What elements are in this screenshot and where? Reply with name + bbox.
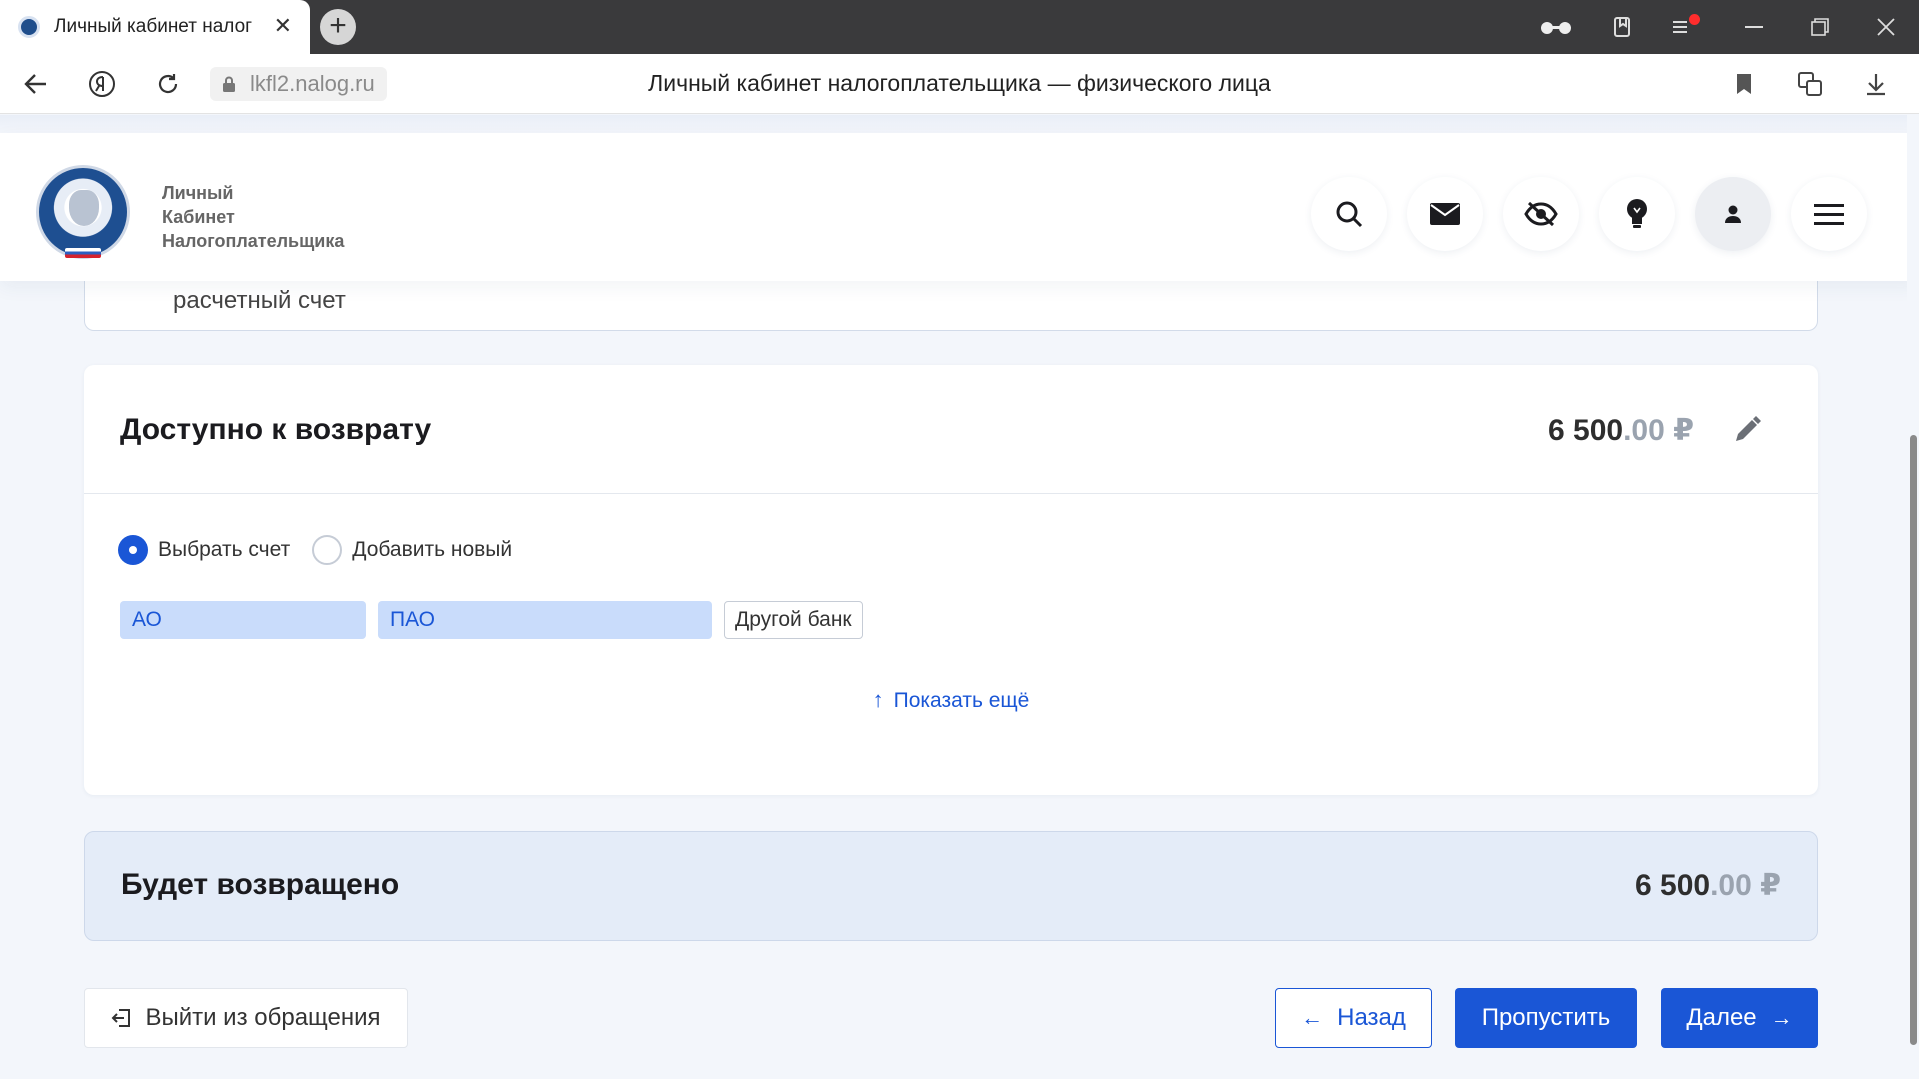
- radio-label: Выбрать счет: [158, 538, 291, 561]
- back-label: Назад: [1337, 1004, 1406, 1031]
- scrollbar[interactable]: [1907, 115, 1919, 1079]
- tab-close-icon[interactable]: ✕: [274, 14, 292, 38]
- tips-button[interactable]: [1599, 177, 1675, 251]
- translate-icon[interactable]: [1777, 66, 1843, 102]
- bank-chip-ao[interactable]: АО: [120, 601, 366, 639]
- radio-checked-icon[interactable]: [118, 535, 148, 565]
- amount-integer: 6 500: [1548, 414, 1624, 447]
- address-actions: [1711, 66, 1909, 102]
- refund-card: Доступно к возврату 6 500.00 ₽ Выбрать с…: [84, 365, 1818, 795]
- scrollbar-thumb[interactable]: [1910, 435, 1917, 1045]
- notifications-icon[interactable]: [1655, 0, 1721, 54]
- exit-request-button[interactable]: Выйти из обращения: [84, 988, 408, 1048]
- bank-chips: АО ПАО Другой банк: [120, 601, 875, 639]
- browser-tab-bar: Личный кабинет налог ✕ +: [0, 0, 1919, 54]
- skip-button[interactable]: Пропустить: [1455, 988, 1637, 1048]
- lightbulb-icon: [1627, 199, 1647, 228]
- tab-title: Личный кабинет налог: [54, 16, 253, 37]
- new-tab-button[interactable]: +: [320, 9, 356, 45]
- page-title: Личный кабинет налогоплательщика — физич…: [648, 70, 1271, 96]
- refund-card-header: Доступно к возврату 6 500.00 ₽: [84, 365, 1818, 494]
- exit-label: Выйти из обращения: [145, 1004, 381, 1031]
- radio-label: Добавить новый: [352, 538, 513, 561]
- show-more-label: Показать ещё: [893, 689, 1030, 712]
- radio-unchecked-icon[interactable]: [312, 535, 343, 565]
- bank-chip-other[interactable]: Другой банк: [724, 601, 863, 639]
- eye-off-icon: [1524, 201, 1558, 227]
- next-button[interactable]: Далее →: [1661, 988, 1818, 1048]
- eagle-emblem: [69, 190, 99, 226]
- total-title: Будет возвращено: [121, 868, 400, 901]
- radio-select-account[interactable]: Выбрать счет: [118, 535, 290, 565]
- arrow-up-icon: ↑: [872, 687, 884, 712]
- bank-chip-pao[interactable]: ПАО: [378, 601, 712, 639]
- account-type-text: расчетный счет: [173, 287, 346, 314]
- total-amount: 6 500.00 ₽: [1635, 868, 1781, 903]
- messages-button[interactable]: [1407, 177, 1483, 251]
- menu-button[interactable]: [1791, 177, 1867, 251]
- amount-decimal: .00 ₽: [1710, 869, 1781, 902]
- site-header: Личный Кабинет Налогоплательщика: [0, 133, 1919, 281]
- arrow-right-icon: →: [1770, 1005, 1793, 1030]
- profile-button[interactable]: [1695, 177, 1771, 251]
- reader-mode-icon[interactable]: [1523, 0, 1589, 54]
- refund-amount: 6 500.00 ₽: [1548, 413, 1694, 448]
- amount-integer: 6 500: [1635, 869, 1711, 902]
- refund-title: Доступно к возврату: [120, 413, 432, 446]
- page-content: расчетный счет Личный Кабинет Налогоплат…: [0, 115, 1919, 1079]
- collections-icon[interactable]: [1589, 0, 1655, 54]
- favicon-icon: [18, 16, 40, 38]
- total-refund-card: Будет возвращено 6 500.00 ₽: [84, 831, 1818, 941]
- next-label: Далее: [1686, 1004, 1757, 1031]
- header-actions: [1311, 177, 1867, 251]
- account-choice-group: Выбрать счет Добавить новый: [118, 535, 534, 565]
- brand-line: Личный: [162, 183, 234, 203]
- back-button[interactable]: ← Назад: [1275, 988, 1432, 1048]
- notification-dot: [1688, 13, 1700, 25]
- fns-logo[interactable]: [36, 165, 130, 259]
- exit-icon: [112, 1009, 131, 1027]
- brand-line: Кабинет: [162, 207, 235, 227]
- bookmark-icon[interactable]: [1711, 66, 1777, 102]
- minimize-icon[interactable]: [1721, 0, 1787, 54]
- mail-icon: [1430, 203, 1460, 225]
- flag-ribbon: [65, 248, 101, 258]
- search-icon: [1336, 201, 1363, 228]
- browser-tab[interactable]: Личный кабинет налог ✕: [0, 0, 310, 54]
- window-controls: [1523, 0, 1919, 54]
- menu-icon: [1814, 204, 1844, 225]
- radio-add-new[interactable]: Добавить новый: [312, 535, 512, 565]
- edit-icon[interactable]: [1732, 415, 1762, 445]
- skip-label: Пропустить: [1481, 1004, 1611, 1031]
- close-window-icon[interactable]: [1853, 0, 1919, 54]
- accessibility-button[interactable]: [1503, 177, 1579, 251]
- blurred-nav-strip: [0, 115, 1919, 133]
- address-bar: lkfl2.nalog.ru Личный кабинет налогоплат…: [0, 54, 1919, 114]
- restore-icon[interactable]: [1787, 0, 1853, 54]
- brand-line: Налогоплательщика: [162, 231, 345, 251]
- download-icon[interactable]: [1843, 66, 1909, 102]
- arrow-left-icon: ←: [1301, 1005, 1324, 1030]
- user-icon: [1725, 205, 1741, 223]
- brand-title[interactable]: Личный Кабинет Налогоплательщика: [162, 181, 344, 253]
- search-button[interactable]: [1311, 177, 1387, 251]
- show-more-link[interactable]: ↑ Показать ещё: [84, 687, 1818, 713]
- amount-decimal: .00 ₽: [1623, 414, 1694, 447]
